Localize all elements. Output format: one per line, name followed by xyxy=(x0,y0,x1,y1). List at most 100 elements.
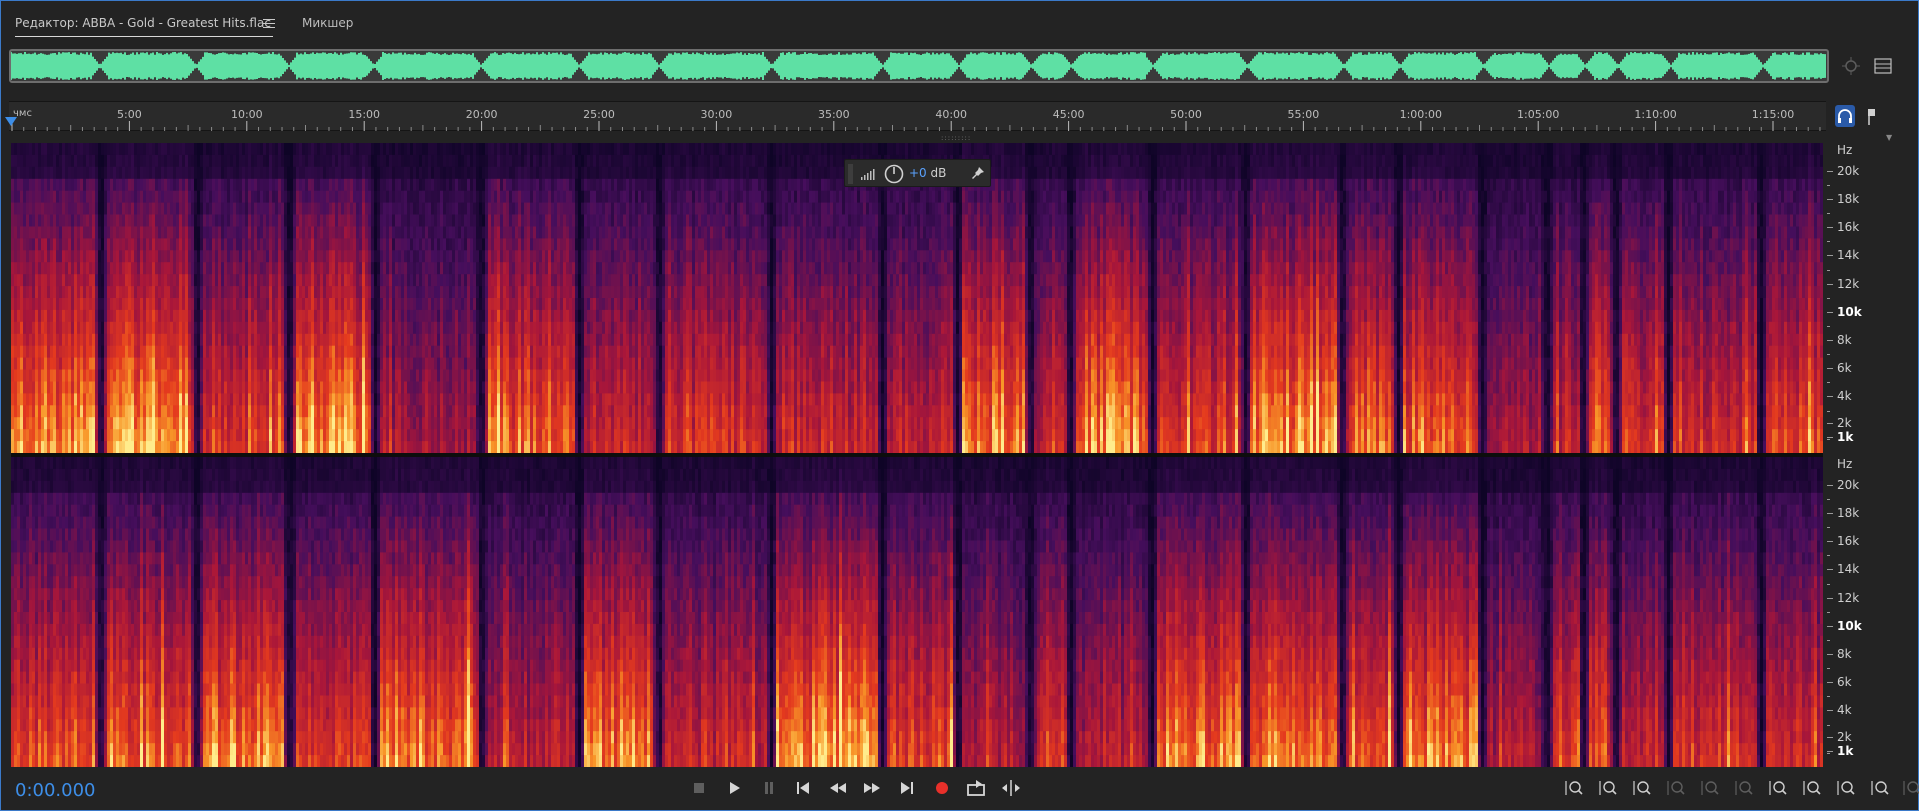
ruler-time-label: 1:00:00 xyxy=(1400,108,1442,121)
editor-window: Редактор: ABBA - Gold - Greatest Hits.fl… xyxy=(0,0,1919,811)
hz-minor-tick xyxy=(1827,583,1830,585)
hz-minor-tick xyxy=(1827,724,1830,726)
hz-label: 4k xyxy=(1837,703,1852,717)
zoom-in-center-icon[interactable] xyxy=(1833,777,1859,799)
hz-minor-tick xyxy=(1827,640,1830,641)
hz-tick xyxy=(1827,284,1833,285)
zoom-full-both-icon[interactable] xyxy=(1899,777,1919,799)
fast-forward-icon[interactable] xyxy=(860,777,884,799)
zoom-reset-icon[interactable] xyxy=(1867,777,1893,799)
zoom-navigator-icon[interactable] xyxy=(1840,55,1862,77)
skip-to-start-icon[interactable] xyxy=(791,777,815,799)
ruler-time-label: 35:00 xyxy=(818,108,850,121)
hz-tick xyxy=(1827,654,1833,655)
ruler-time-label: 5:00 xyxy=(117,108,142,121)
spectrogram-left-image xyxy=(11,143,1823,453)
tab-menu-icon[interactable] xyxy=(263,16,275,28)
spectrogram-right-image xyxy=(11,457,1823,767)
frequency-axis-left[interactable]: Hz 20k 18k 16k 14k 12k 10k 8k 6k 4k 2k 1k xyxy=(1827,143,1917,453)
stop-icon[interactable] xyxy=(687,777,711,799)
hz-tick xyxy=(1827,255,1833,256)
pin-icon[interactable] xyxy=(970,165,986,181)
ruler-time-label: 10:00 xyxy=(231,108,263,121)
zoom-out-time-icon[interactable] xyxy=(1697,777,1723,799)
skip-to-end-icon[interactable] xyxy=(895,777,919,799)
frequency-axis-right[interactable]: Hz 20k 18k 16k 14k 12k 10k 8k 6k 4k 2k 1k xyxy=(1827,457,1917,767)
hz-tick xyxy=(1827,423,1833,424)
record-icon[interactable] xyxy=(930,777,954,799)
hud-db-unit: dB xyxy=(931,166,947,180)
hz-label: 10k xyxy=(1837,305,1862,319)
hz-label: 1k xyxy=(1837,744,1853,758)
zoom-out-full-icon[interactable] xyxy=(1663,777,1689,799)
hz-minor-tick xyxy=(1827,410,1830,412)
hz-label: 14k xyxy=(1837,248,1859,262)
hz-label: 10k xyxy=(1837,619,1862,633)
tab-editor-label: Редактор: ABBA - Gold - Greatest Hits.fl… xyxy=(15,16,271,30)
hz-tick xyxy=(1827,312,1833,313)
hz-label: 16k xyxy=(1837,220,1859,234)
hz-minor-tick xyxy=(1827,269,1830,271)
amplitude-hud[interactable]: +0 dB xyxy=(844,159,991,187)
hz-label: 8k xyxy=(1837,647,1852,661)
vertical-scroll-handle[interactable]: ::::::::: xyxy=(941,134,981,142)
hz-tick xyxy=(1827,541,1833,542)
rewind-icon[interactable] xyxy=(826,777,850,799)
hz-minor-tick xyxy=(1827,185,1830,186)
skip-selection-icon[interactable] xyxy=(999,777,1023,799)
tab-editor[interactable]: Редактор: ABBA - Gold - Greatest Hits.fl… xyxy=(15,15,273,37)
ruler-time-label: 1:10:00 xyxy=(1634,108,1676,121)
ruler-time-label: 20:00 xyxy=(466,108,498,121)
hz-minor-tick xyxy=(1827,297,1830,299)
hz-tick xyxy=(1827,171,1833,172)
hz-unit-label: Hz xyxy=(1837,143,1852,157)
zoom-in-time-icon[interactable] xyxy=(1629,777,1655,799)
hz-label: 18k xyxy=(1837,506,1859,520)
hz-label: 2k xyxy=(1837,730,1852,744)
zoom-to-selection-icon[interactable] xyxy=(1731,777,1757,799)
hz-label: 12k xyxy=(1837,277,1859,291)
hz-label: 2k xyxy=(1837,416,1852,430)
headphones-icon[interactable] xyxy=(1835,105,1855,127)
hz-tick xyxy=(1827,199,1833,200)
hud-grip-handle[interactable] xyxy=(848,164,853,184)
zoom-out-amplitude-icon[interactable] xyxy=(1595,777,1621,799)
playhead-marker[interactable] xyxy=(5,117,17,126)
ruler-time-label: 55:00 xyxy=(1288,108,1320,121)
current-time-display[interactable]: 0:00.000 xyxy=(15,780,96,801)
hz-minor-tick xyxy=(1827,241,1830,243)
zoom-in-amplitude-icon[interactable] xyxy=(1561,777,1587,799)
play-icon[interactable] xyxy=(722,777,746,799)
hud-db-readout[interactable]: +0 dB xyxy=(909,166,946,180)
hz-minor-tick xyxy=(1827,527,1830,529)
spectrogram-left-channel[interactable] xyxy=(11,143,1823,453)
tab-mixer[interactable]: Микшер xyxy=(302,15,353,37)
hz-label: 12k xyxy=(1837,591,1859,605)
hz-minor-tick xyxy=(1827,354,1830,356)
panel-tabs: Редактор: ABBA - Gold - Greatest Hits.fl… xyxy=(1,1,1918,43)
hz-minor-tick xyxy=(1827,438,1830,440)
zoom-in-right-icon[interactable] xyxy=(1799,777,1825,799)
waveform-overview[interactable] xyxy=(9,49,1829,83)
spectrogram-right-channel[interactable] xyxy=(11,457,1823,767)
marker-icon[interactable] xyxy=(1861,105,1881,127)
hz-minor-tick xyxy=(1827,326,1830,327)
list-view-icon[interactable] xyxy=(1872,55,1894,77)
hz-tick xyxy=(1827,513,1833,514)
ruler-time-label: 15:00 xyxy=(348,108,380,121)
zoom-in-left-icon[interactable] xyxy=(1765,777,1791,799)
ruler-time-label: 30:00 xyxy=(701,108,733,121)
ruler-time-label: 25:00 xyxy=(583,108,615,121)
chevron-down-icon[interactable]: ▼ xyxy=(1886,133,1892,142)
pause-icon[interactable] xyxy=(757,777,781,799)
hz-minor-tick xyxy=(1827,499,1830,500)
volume-knob-icon[interactable] xyxy=(883,163,905,185)
hz-unit-label: Hz xyxy=(1837,457,1852,471)
hz-label: 4k xyxy=(1837,389,1852,403)
hz-label: 18k xyxy=(1837,192,1859,206)
hz-tick xyxy=(1827,737,1833,738)
hz-minor-tick xyxy=(1827,752,1830,754)
time-ruler[interactable]: чмс 5:00 10:00 15:00 20:00 25:00 30:00 35:00 40… xyxy=(9,101,1826,131)
hz-tick xyxy=(1827,340,1833,341)
loop-playback-icon[interactable] xyxy=(964,777,988,799)
